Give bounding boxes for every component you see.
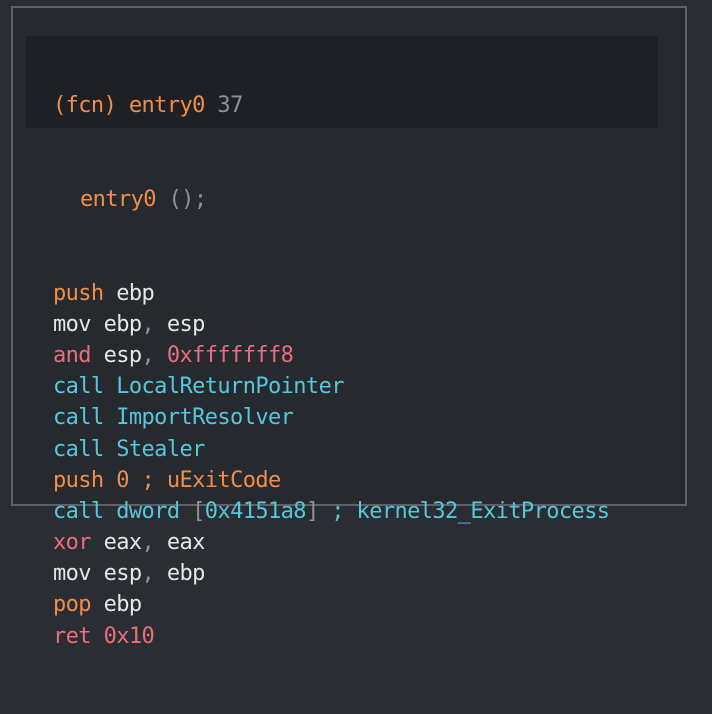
instruction-mnemonic: call (53, 498, 104, 524)
operand-symbol: ImportResolver (116, 405, 294, 431)
instruction-mnemonic: mov (53, 311, 92, 337)
instruction-operands: eax, eax (103, 530, 206, 556)
disassembly-listing: (fcn) entry0 37 entry0 (); push ebp mov e… (53, 28, 610, 714)
instruction-operands: ebp, esp (103, 311, 206, 337)
instruction-mnemonic: call (53, 405, 104, 431)
instruction-operands: esp, 0xfffffff8 (104, 343, 294, 368)
operand-comment: ; kernel32_ExitProcess (318, 498, 610, 524)
instruction-mnemonic: push (53, 467, 104, 493)
operand-register: ebp (103, 311, 143, 337)
signature-name[interactable]: entry0 (80, 187, 156, 212)
instruction-mnemonic: pop (53, 592, 92, 618)
instruction-mnemonic: mov (53, 561, 92, 587)
operand-comment: ; uExitCode (128, 467, 282, 493)
operand-register: eax (154, 530, 206, 556)
instruction-line[interactable]: push 0 ; uExitCode (53, 465, 609, 496)
operand-register: ebp (116, 280, 155, 306)
operand-register: esp (154, 311, 206, 337)
instruction-operands: ebp (116, 280, 155, 306)
fcn-tag: (fcn) (53, 93, 117, 119)
operand-register: eax (103, 530, 143, 556)
operand-register: esp (103, 561, 143, 587)
instruction-operands: Stealer (116, 437, 205, 462)
instruction-operands: ImportResolver (116, 405, 294, 431)
instruction-operands: 0 ; uExitCode (116, 467, 282, 493)
instruction-line[interactable]: call dword [0x4151a8] ; kernel32_ExitPro… (53, 496, 610, 527)
operand-punctuation: [ (192, 498, 205, 524)
instruction-mnemonic: ret (53, 623, 92, 649)
instruction-line[interactable]: pop ebp (53, 589, 609, 620)
operand-punctuation: , (141, 561, 155, 587)
instruction-list: push ebp mov ebp, esp and esp, 0xfffffff8 c… (53, 278, 610, 652)
operand-number: 0x10 (103, 623, 155, 649)
function-size: 37 (217, 93, 243, 119)
instruction-mnemonic: call (53, 436, 104, 462)
instruction-line[interactable]: mov ebp, esp (53, 309, 609, 340)
operand-punctuation: ] (305, 498, 319, 524)
instruction-line[interactable]: call Stealer (53, 434, 609, 465)
instruction-line[interactable]: call LocalReturnPointer (53, 371, 609, 402)
instruction-line[interactable]: ret 0x10 (53, 621, 609, 652)
function-name[interactable]: entry0 (129, 93, 205, 118)
instruction-operands: LocalReturnPointer (116, 374, 344, 399)
operand-symbol: LocalReturnPointer (116, 374, 344, 400)
instruction-mnemonic: and (53, 342, 92, 368)
operand-punctuation: , (141, 311, 155, 337)
instruction-line[interactable]: xor eax, eax (53, 527, 609, 558)
instruction-mnemonic: push (53, 280, 104, 306)
function-signature-line: entry0 (); (53, 184, 609, 215)
operand-number: 0 (116, 467, 129, 493)
disassembly-panel: (fcn) entry0 37 entry0 (); push ebp mov e… (11, 6, 687, 649)
instruction-line[interactable]: mov esp, ebp (53, 558, 609, 589)
signature-args: (); (168, 187, 208, 212)
operand-number: 0xfffffff8 (154, 342, 294, 368)
instruction-line[interactable]: push ebp (53, 278, 609, 309)
operand-symbol: dword (116, 498, 193, 524)
instruction-line[interactable]: call ImportResolver (53, 402, 609, 433)
operand-punctuation: , (141, 342, 155, 368)
operand-punctuation: , (141, 530, 155, 556)
instruction-operands: ebp (103, 592, 143, 618)
operand-register: esp (103, 342, 143, 368)
instruction-line[interactable]: and esp, 0xfffffff8 (53, 340, 609, 371)
operand-register: ebp (154, 561, 206, 587)
instruction-operands: 0x10 (104, 624, 155, 649)
instruction-operands: esp, ebp (103, 561, 206, 587)
instruction-mnemonic: call (53, 374, 104, 400)
function-header-line: (fcn) entry0 37 (53, 90, 609, 121)
instruction-operands: dword [0x4151a8] ; kernel32_ExitProcess (116, 498, 610, 524)
operand-register: ebp (103, 592, 143, 618)
instruction-mnemonic: xor (53, 530, 92, 556)
operand-symbol: Stealer (116, 436, 205, 462)
operand-number: 0x4151a8 (204, 498, 307, 524)
